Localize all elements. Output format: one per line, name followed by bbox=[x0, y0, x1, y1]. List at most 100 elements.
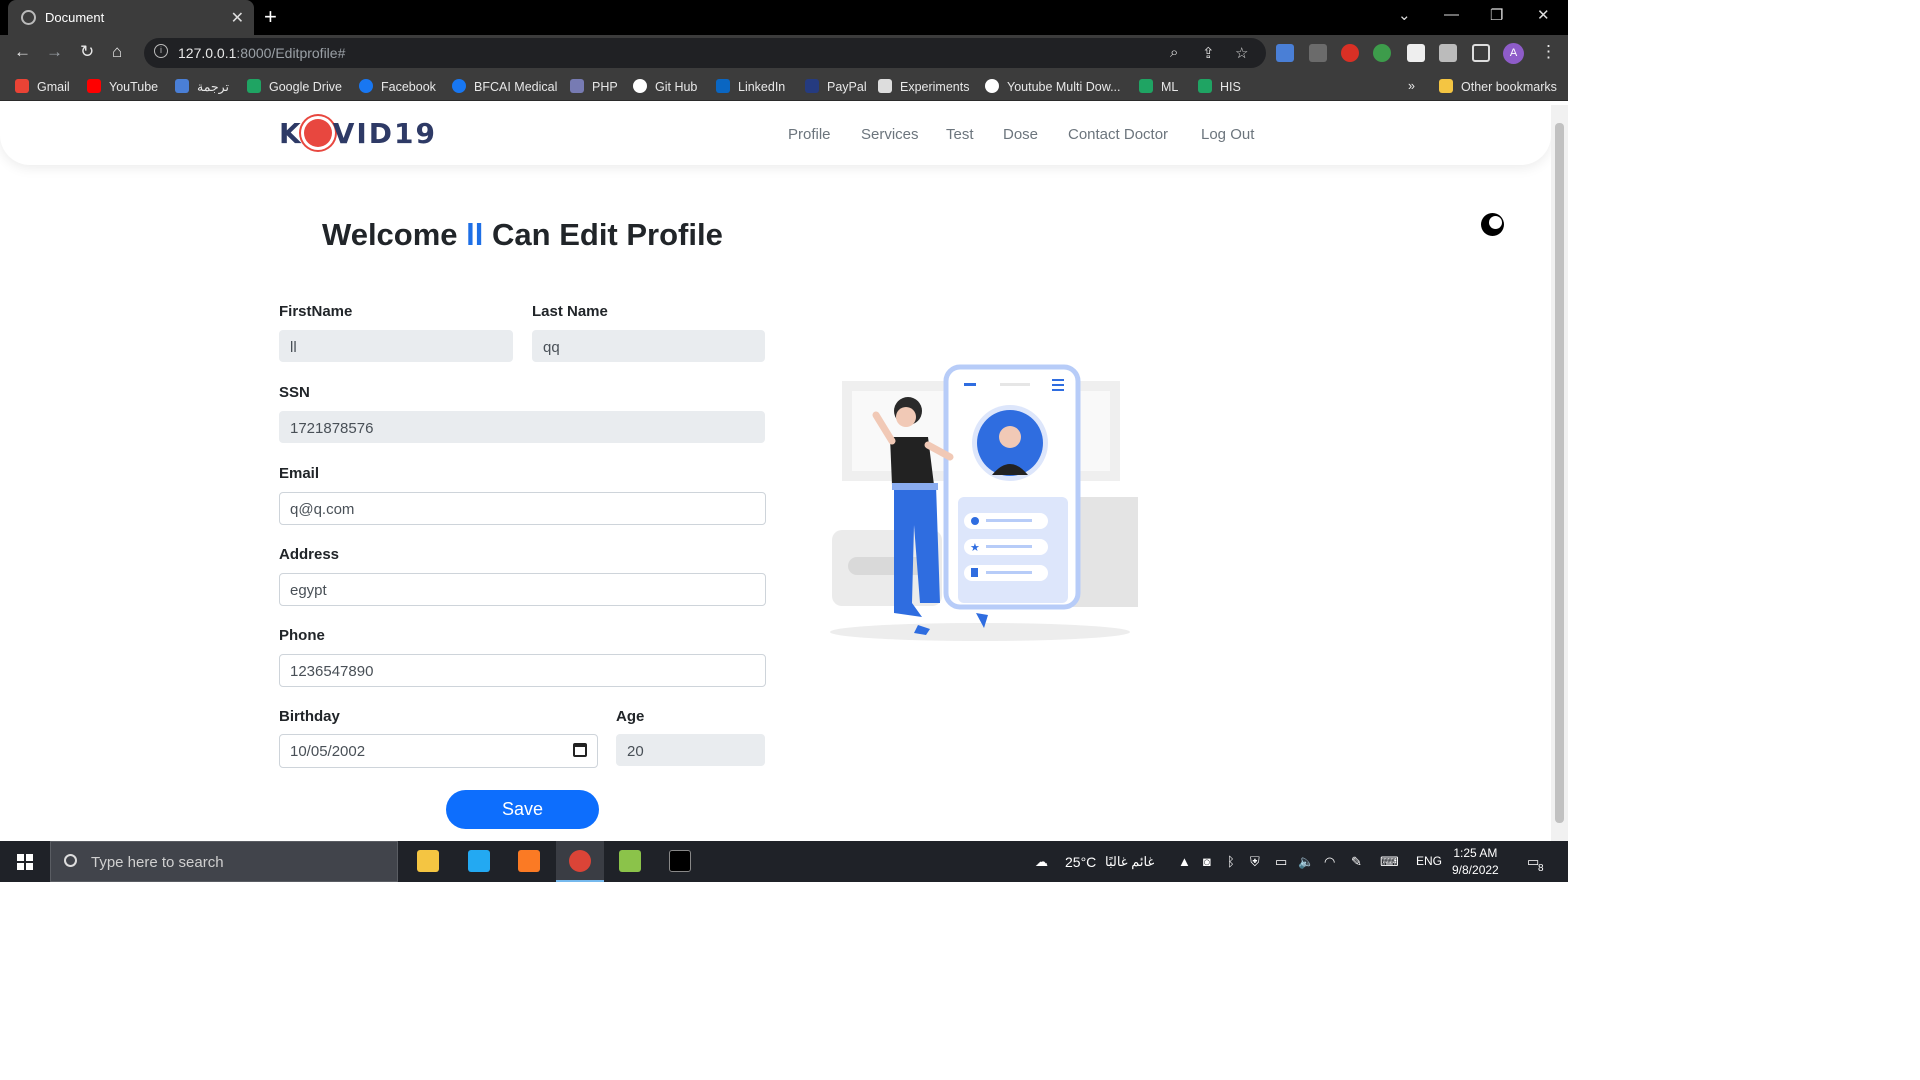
facebook-icon bbox=[359, 79, 373, 93]
page-title: Welcome ll Can Edit Profile bbox=[322, 217, 723, 252]
globe-icon bbox=[21, 10, 36, 25]
bookmark-bfcai-medical[interactable]: BFCAI Medical bbox=[452, 79, 557, 94]
other-bookmarks[interactable]: Other bookmarks bbox=[1439, 79, 1557, 94]
forward-icon[interactable]: → bbox=[46, 42, 63, 62]
windows-start-icon[interactable] bbox=[17, 854, 33, 870]
bookmark-facebook[interactable]: Facebook bbox=[359, 79, 436, 94]
taskbar-xampp[interactable] bbox=[505, 841, 553, 882]
bookmark-youtube-multi[interactable]: Youtube Multi Dow... bbox=[985, 79, 1121, 94]
taskbar-clock[interactable]: 1:25 AM 9/8/2022 bbox=[1452, 845, 1499, 879]
reload-icon[interactable]: ↻ bbox=[80, 42, 94, 62]
bookmark-linkedin[interactable]: LinkedIn bbox=[716, 79, 785, 94]
bookmark-his[interactable]: HIS bbox=[1198, 79, 1241, 94]
bookmark-experiments[interactable]: Experiments bbox=[878, 79, 969, 94]
site-info-icon[interactable]: i bbox=[154, 44, 168, 58]
close-tab-icon[interactable]: ✕ bbox=[231, 8, 244, 28]
email-field[interactable]: q@q.com bbox=[279, 492, 766, 525]
back-icon[interactable]: ← bbox=[14, 42, 31, 62]
zoom-icon[interactable]: ⌕ bbox=[1170, 44, 1178, 61]
nav-test[interactable]: Test bbox=[946, 126, 974, 143]
battery-tray-icon[interactable]: ▭ bbox=[1275, 854, 1287, 870]
bookmark-paypal[interactable]: PayPal bbox=[805, 79, 867, 94]
bookmarks-overflow-icon[interactable]: » bbox=[1408, 79, 1415, 93]
bookmark-translate[interactable]: ترجمة bbox=[175, 79, 229, 94]
address-bar[interactable]: i 127.0.0.1:8000/Editprofile# ⌕ ⇪ ☆ bbox=[144, 38, 1266, 68]
keyboard-tray-icon[interactable]: ⌨ bbox=[1380, 854, 1399, 870]
nav-services[interactable]: Services bbox=[861, 126, 919, 143]
bluetooth-tray-icon[interactable]: ᛒ bbox=[1227, 854, 1235, 869]
pen-tray-icon[interactable]: ✎ bbox=[1351, 854, 1362, 870]
nav-log-out[interactable]: Log Out bbox=[1201, 126, 1254, 143]
ssn-field[interactable]: 1721878576 bbox=[279, 411, 765, 443]
address-field[interactable]: egypt bbox=[279, 573, 766, 606]
drive-icon bbox=[1139, 79, 1153, 93]
bookmark-github[interactable]: Git Hub bbox=[633, 79, 697, 94]
nav-contact-doctor[interactable]: Contact Doctor bbox=[1068, 126, 1168, 143]
share-icon[interactable]: ⇪ bbox=[1202, 44, 1215, 62]
nvidia-tray-icon[interactable]: ▲ bbox=[1178, 854, 1191, 869]
b-extension-icon[interactable] bbox=[1407, 44, 1425, 62]
bookmark-gmail[interactable]: Gmail bbox=[15, 79, 70, 94]
weather-description[interactable]: غائم غالبًا bbox=[1105, 854, 1154, 870]
volume-tray-icon[interactable]: 🔈 bbox=[1298, 854, 1314, 870]
bookmark-php[interactable]: PHP bbox=[570, 79, 618, 94]
terminal-icon bbox=[669, 850, 691, 872]
email-label: Email bbox=[279, 465, 320, 482]
bookmark-ml[interactable]: ML bbox=[1139, 79, 1178, 94]
wifi-tray-icon[interactable]: ◠ bbox=[1324, 854, 1335, 870]
nav-dose[interactable]: Dose bbox=[1003, 126, 1038, 143]
taskbar-vscode[interactable] bbox=[455, 841, 503, 882]
birthday-field[interactable]: 10/05/2002 bbox=[279, 734, 598, 768]
tab-search-icon[interactable]: ⌄ bbox=[1398, 6, 1411, 24]
illustration-line bbox=[986, 571, 1032, 574]
new-tab-icon[interactable]: + bbox=[264, 4, 277, 30]
phone-field[interactable]: 1236547890 bbox=[279, 654, 766, 687]
age-field[interactable]: 20 bbox=[616, 734, 765, 766]
extensions-puzzle-icon[interactable] bbox=[1439, 44, 1457, 62]
minimize-icon[interactable]: — bbox=[1444, 6, 1459, 23]
bookmark-star-icon[interactable]: ☆ bbox=[1235, 44, 1248, 62]
calendar-icon[interactable] bbox=[573, 743, 587, 757]
paypal-icon bbox=[805, 79, 819, 93]
weather-icon[interactable]: ☁ bbox=[1035, 854, 1048, 870]
bookmark-google-drive[interactable]: Google Drive bbox=[247, 79, 342, 94]
scrollbar-thumb[interactable] bbox=[1555, 123, 1564, 823]
lambda-icon bbox=[619, 850, 641, 872]
close-window-icon[interactable]: ✕ bbox=[1537, 6, 1550, 24]
browser-tab[interactable]: Document ✕ bbox=[8, 0, 254, 35]
site-logo[interactable]: K VID19 bbox=[279, 117, 437, 150]
illustration-sofa-cushion bbox=[848, 557, 928, 575]
pen-extension-icon[interactable] bbox=[1309, 44, 1327, 62]
taskbar-terminal[interactable] bbox=[656, 841, 704, 882]
translate-icon bbox=[175, 79, 189, 93]
profile-avatar[interactable]: A bbox=[1503, 43, 1524, 64]
windows-taskbar: Type here to search ☁ 25°C غائم غالبًا ▲… bbox=[0, 841, 1568, 882]
taskbar-lambda-app[interactable] bbox=[606, 841, 654, 882]
illustration-phone-menu bbox=[1052, 389, 1064, 391]
last-name-field[interactable]: qq bbox=[532, 330, 765, 362]
site-navbar: K VID19 Profile Services Test Dose Contac… bbox=[0, 105, 1551, 165]
drive-icon bbox=[1198, 79, 1212, 93]
taskbar-search-box[interactable]: Type here to search bbox=[50, 841, 398, 882]
language-indicator[interactable]: ENG bbox=[1416, 854, 1442, 868]
linkedin-icon bbox=[716, 79, 730, 93]
dark-mode-toggle-icon[interactable] bbox=[1481, 213, 1504, 236]
color-extension-icon[interactable] bbox=[1373, 44, 1391, 62]
nav-profile[interactable]: Profile bbox=[788, 126, 831, 143]
first-name-label: FirstName bbox=[279, 303, 353, 320]
taskbar-chrome[interactable] bbox=[556, 841, 604, 882]
weather-temperature[interactable]: 25°C bbox=[1065, 854, 1096, 870]
camera-tray-icon[interactable]: ◙ bbox=[1203, 854, 1211, 869]
bookmark-youtube[interactable]: YouTube bbox=[87, 79, 158, 94]
page-scrollbar[interactable] bbox=[1551, 105, 1568, 841]
save-button[interactable]: Save bbox=[446, 790, 599, 829]
translate-extension-icon[interactable] bbox=[1276, 44, 1294, 62]
taskbar-file-explorer[interactable] bbox=[404, 841, 452, 882]
adblock-extension-icon[interactable] bbox=[1341, 44, 1359, 62]
first-name-field[interactable]: ll bbox=[279, 330, 513, 362]
menu-kebab-icon[interactable]: ⋮ bbox=[1540, 42, 1557, 62]
side-panel-icon[interactable] bbox=[1472, 44, 1490, 62]
security-tray-icon[interactable]: ⛨ bbox=[1250, 854, 1260, 870]
home-icon[interactable]: ⌂ bbox=[112, 42, 122, 62]
restore-icon[interactable]: ❐ bbox=[1490, 6, 1503, 24]
